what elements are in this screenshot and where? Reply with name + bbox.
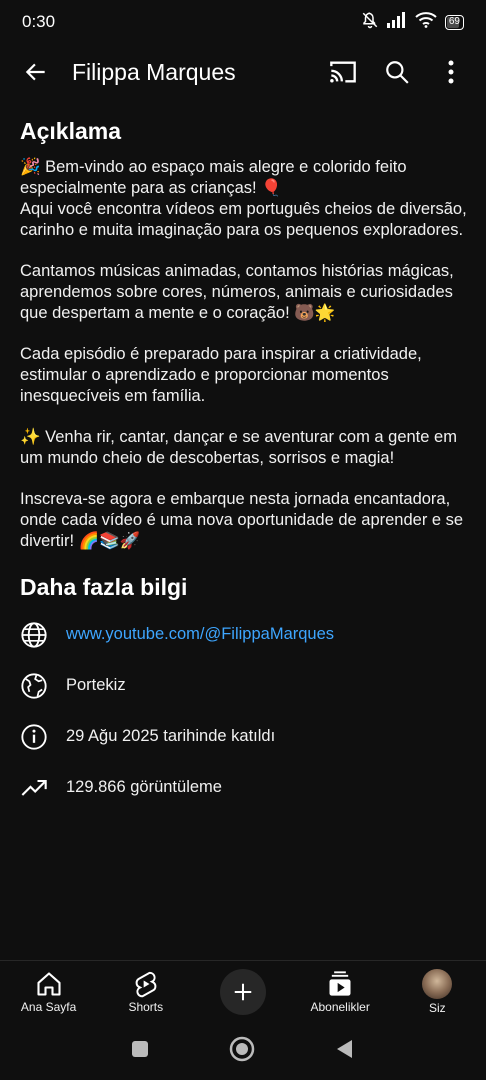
- app-bar: Filippa Marques: [0, 44, 486, 100]
- shorts-icon: [135, 971, 157, 997]
- trending-icon: [20, 774, 66, 802]
- status-bar: 0:30 69: [0, 0, 486, 44]
- description-heading: Açıklama: [20, 118, 122, 144]
- nav-shorts[interactable]: Shorts: [101, 970, 191, 1014]
- nav-home-label: Ana Sayfa: [20, 999, 77, 1014]
- nav-create[interactable]: [198, 968, 288, 1015]
- description-paragraph: ✨ Venha rir, cantar, dançar e se aventur…: [20, 428, 457, 467]
- joined-date-text: 29 Ağu 2025 tarihinde katıldı: [66, 727, 276, 745]
- back-system-button[interactable]: [334, 1038, 356, 1065]
- search-icon: [386, 61, 409, 84]
- recents-button[interactable]: [130, 1039, 150, 1064]
- nav-shorts-label: Shorts: [128, 999, 164, 1014]
- nav-subscriptions-label: Abonelikler: [310, 999, 370, 1014]
- more-info-heading: Daha fazla bilgi: [20, 574, 188, 600]
- about-content: Açıklama 🎉 Bem-vindo ao espaço mais aleg…: [20, 118, 468, 813]
- system-nav-bar: [0, 1022, 486, 1080]
- status-time: 0:30: [22, 12, 56, 31]
- country-text: Portekiz: [66, 676, 126, 694]
- signal-icon: [386, 11, 407, 33]
- nav-subscriptions[interactable]: Abonelikler: [295, 970, 385, 1014]
- avatar: [422, 968, 453, 999]
- info-icon: [20, 723, 66, 751]
- nav-you-label: Siz: [429, 1000, 446, 1015]
- nav-you[interactable]: Siz: [392, 968, 482, 1015]
- globe-icon: [20, 621, 66, 649]
- square-icon: [132, 1040, 148, 1057]
- search-button[interactable]: [370, 45, 424, 99]
- create-button[interactable]: [219, 968, 266, 1015]
- description-paragraph: Inscreva-se agora e embarque nesta jorna…: [20, 490, 464, 550]
- triangle-back-icon: [337, 1039, 352, 1058]
- wifi-icon: [415, 11, 437, 33]
- app-actions: [316, 45, 486, 99]
- status-icons: 69: [361, 11, 464, 34]
- circle-icon: [229, 1036, 255, 1061]
- channel-link-row[interactable]: www.youtube.com/@FilippaMarques: [20, 609, 468, 660]
- cast-button[interactable]: [316, 45, 370, 99]
- country-row: Portekiz: [20, 660, 468, 711]
- home-icon: [37, 971, 61, 996]
- back-button[interactable]: [0, 44, 72, 100]
- channel-link[interactable]: www.youtube.com/@FilippaMarques: [66, 625, 334, 644]
- subscriptions-icon: [329, 970, 351, 996]
- joined-row: 29 Ağu 2025 tarihinde katıldı: [20, 711, 468, 762]
- channel-title: Filippa Marques: [72, 58, 236, 85]
- plus-icon: [234, 983, 252, 1000]
- mute-icon: [361, 11, 379, 34]
- views-count-text: 129.866 görüntüleme: [66, 778, 222, 796]
- description-paragraph: Cantamos músicas animadas, contamos hist…: [20, 262, 454, 322]
- earth-icon: [20, 672, 66, 700]
- back-arrow-icon: [25, 63, 45, 81]
- bottom-nav: Ana Sayfa Shorts Abonelikler Siz: [0, 960, 486, 1022]
- battery-indicator: 69: [444, 14, 464, 30]
- cast-icon: [330, 61, 356, 83]
- description-paragraph: Cada episódio é preparado para inspirar …: [20, 345, 422, 405]
- home-button[interactable]: [228, 1035, 256, 1068]
- more-vert-icon: [448, 60, 454, 84]
- description-paragraph: 🎉 Bem-vindo ao espaço mais alegre e colo…: [20, 158, 467, 239]
- more-options-button[interactable]: [424, 45, 478, 99]
- views-row: 129.866 görüntüleme: [20, 762, 468, 813]
- nav-home[interactable]: Ana Sayfa: [4, 970, 94, 1014]
